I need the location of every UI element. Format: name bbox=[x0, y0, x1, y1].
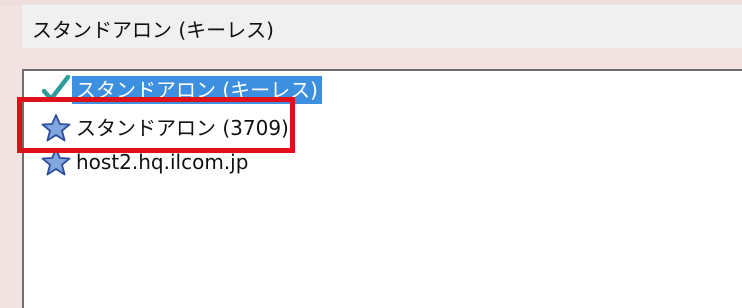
selected-server-field[interactable]: スタンドアロン (キーレス) bbox=[22, 4, 742, 48]
highlight-box bbox=[17, 97, 295, 153]
selected-server-text: スタンドアロン (キーレス) bbox=[32, 18, 274, 42]
page: スタンドアロン (キーレス) スタンドアロン (キーレス) スタンドアロン (3… bbox=[0, 0, 742, 308]
